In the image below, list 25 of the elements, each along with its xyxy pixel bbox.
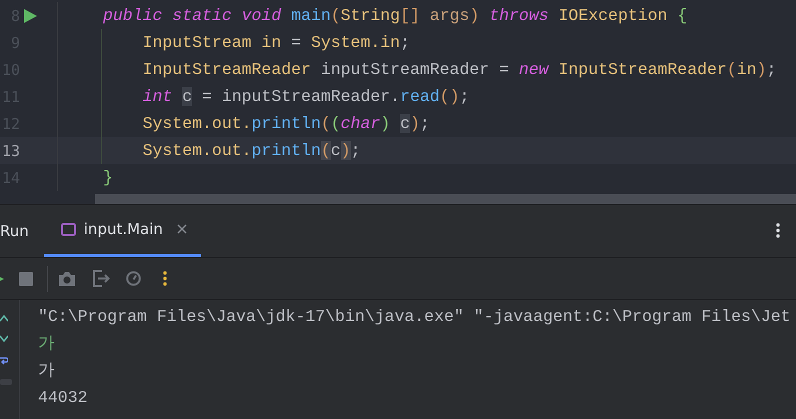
more-options-icon[interactable]: [776, 223, 780, 238]
code-line: int c = inputStreamReader.read();: [142, 87, 470, 106]
panel-title: Run: [0, 222, 29, 240]
wrap-icon[interactable]: [0, 356, 8, 366]
close-icon[interactable]: [176, 224, 187, 234]
code-line: System.out.println(c);: [142, 141, 360, 160]
code-line: InputStream in = System.in;: [142, 33, 410, 52]
horizontal-scrollbar[interactable]: [95, 194, 796, 204]
code-line: InputStreamReader inputStreamReader = new InputStreamReader(in);: [142, 60, 776, 79]
input-text: 가: [38, 333, 56, 355]
window-icon: [60, 222, 76, 236]
more-options-icon[interactable]: [163, 271, 167, 286]
gauge-icon[interactable]: [126, 271, 141, 286]
exit-icon[interactable]: [92, 270, 110, 287]
output-text: 44032: [38, 387, 89, 409]
output-text: 가: [38, 360, 56, 382]
code-line: System.out.println((char) c);: [142, 114, 430, 133]
code-line: }: [103, 168, 113, 187]
command-text: "C:\Program Files\Java\jdk-17\bin\java.exe" "-javaagent:C:\Program Files\Jet: [38, 306, 791, 328]
stop-icon[interactable]: [19, 272, 33, 286]
camera-icon[interactable]: [58, 270, 76, 286]
line-number: 13: [0, 142, 20, 160]
run-tab[interactable]: input.Main: [44, 205, 201, 257]
run-icon[interactable]: [24, 8, 37, 22]
code-line: public static void main(String[] args) throws IOException {: [103, 6, 688, 25]
